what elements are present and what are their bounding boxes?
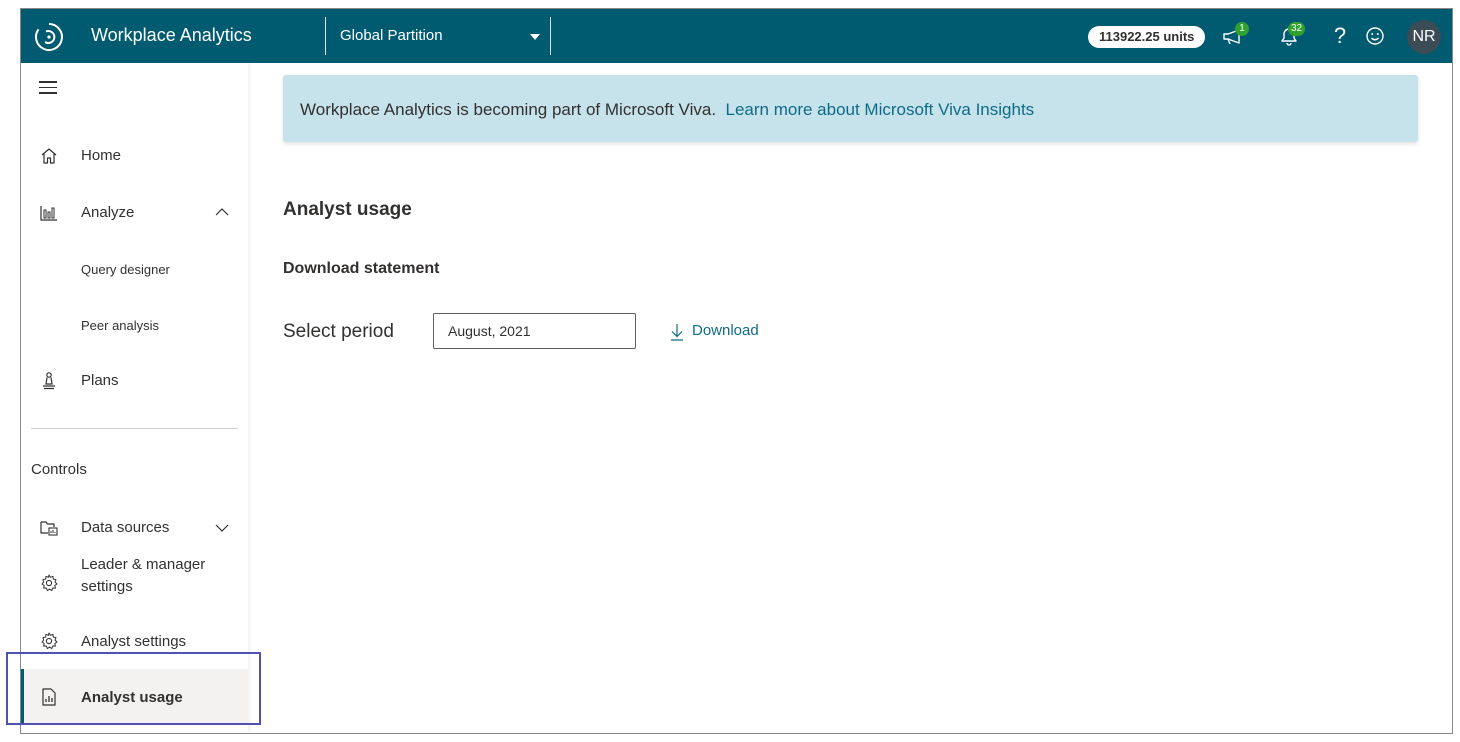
highlight-box [6, 652, 261, 725]
nav-item-leader-manager-settings[interactable]: Leader & manager settings [21, 556, 248, 606]
select-period-label: Select period [283, 321, 394, 342]
partition-label: Global Partition [340, 27, 443, 44]
avatar[interactable]: NR [1407, 20, 1441, 54]
app-window: Workplace Analytics Global Partition 113… [20, 8, 1453, 734]
hamburger-icon[interactable] [39, 81, 57, 95]
logo-icon[interactable] [33, 21, 65, 53]
download-arrow-icon [671, 324, 683, 341]
notifications-button[interactable]: 32 [1276, 22, 1306, 49]
nav-label-plans: Plans [81, 372, 119, 389]
announcements-button[interactable]: 1 [1221, 22, 1249, 49]
nav-label-analyze: Analyze [81, 204, 135, 221]
data-sources-icon [40, 521, 58, 536]
analyze-chart-icon [40, 206, 57, 221]
sidebar: Home Analyze Query designer Peer analysi… [21, 63, 248, 733]
page-title: Analyst usage [283, 199, 412, 220]
nav-item-data-sources[interactable]: Data sources [21, 507, 248, 547]
sidebar-divider [31, 428, 238, 429]
gear-icon [41, 632, 58, 650]
chevron-down-icon[interactable] [215, 523, 229, 533]
banner-learn-more-link[interactable]: Learn more about Microsoft Viva Insights [726, 100, 1035, 119]
banner-message: Workplace Analytics is becoming part of … [300, 100, 717, 119]
nav-item-peer-analysis[interactable]: Peer analysis [81, 318, 159, 333]
nav-item-query-designer[interactable]: Query designer [81, 262, 170, 277]
feedback-button[interactable] [1362, 23, 1388, 49]
caret-down-icon [530, 34, 540, 40]
help-icon[interactable]: ? [1327, 23, 1353, 49]
nav-label-home: Home [81, 147, 122, 164]
viva-banner: Workplace Analytics is becoming part of … [283, 75, 1418, 142]
nav-label-leader-manager-line1: Leader & manager [81, 556, 206, 573]
gear-icon [41, 574, 58, 592]
period-input[interactable] [433, 313, 636, 349]
nav-item-analyze[interactable]: Analyze [21, 192, 248, 232]
smiley-icon [1366, 27, 1384, 45]
partition-selector[interactable]: Global Partition [326, 17, 550, 55]
section-title: Download statement [283, 260, 440, 277]
home-icon [41, 148, 57, 164]
nav-item-home[interactable]: Home [21, 135, 248, 175]
banner-text-row: Workplace Analytics is becoming part of … [300, 100, 1034, 120]
controls-heading: Controls [31, 461, 87, 478]
download-label: Download [692, 322, 759, 339]
nav-label-leader-manager-line2: settings [81, 578, 133, 595]
notifications-badge: 32 [1288, 22, 1306, 36]
topbar-divider [550, 17, 551, 55]
plans-icon [43, 372, 55, 390]
nav-item-plans[interactable]: Plans [21, 360, 248, 400]
app-title[interactable]: Workplace Analytics [91, 25, 252, 46]
chevron-up-icon[interactable] [215, 207, 229, 217]
announcements-badge: 1 [1235, 22, 1249, 36]
units-badge[interactable]: 113922.25 units [1088, 26, 1206, 48]
nav-label-data-sources: Data sources [81, 519, 170, 536]
nav-label-analyst-settings: Analyst settings [81, 633, 187, 650]
top-bar: Workplace Analytics Global Partition 113… [21, 9, 1452, 63]
